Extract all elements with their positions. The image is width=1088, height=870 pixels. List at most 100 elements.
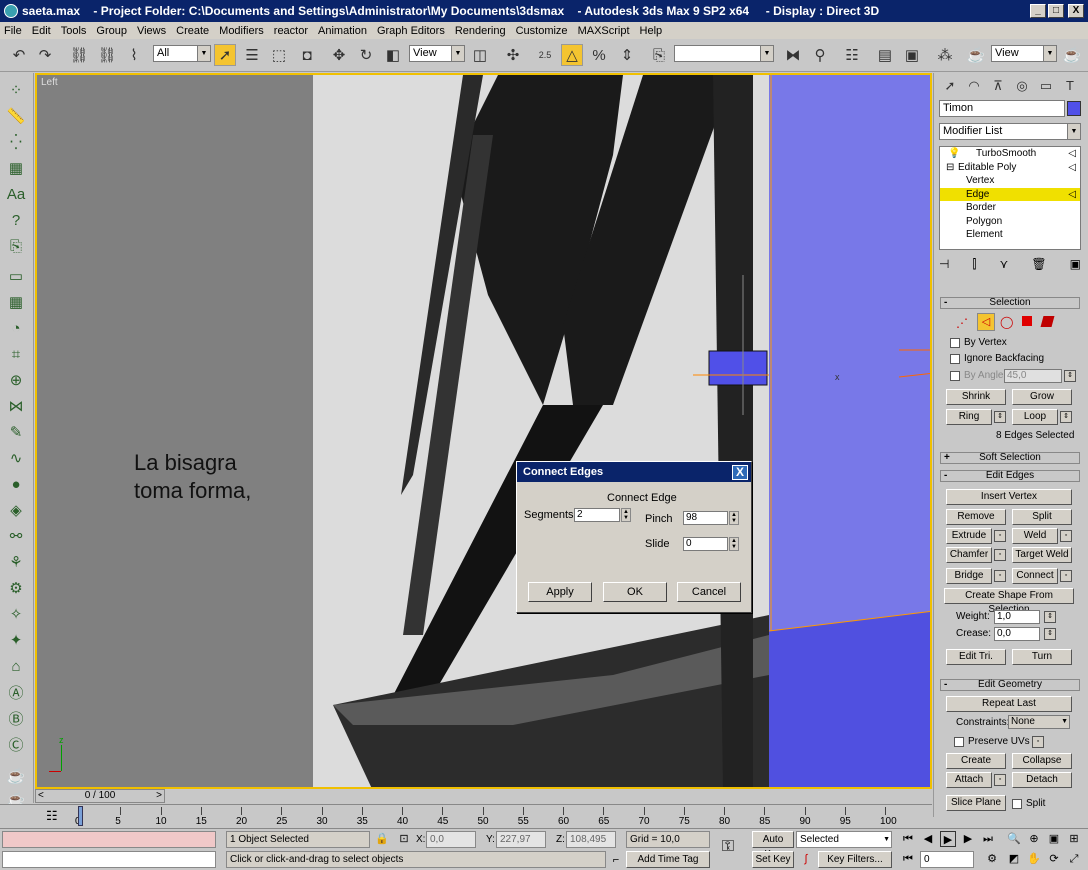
z-coordinate-field[interactable]: 108,495 — [566, 831, 616, 848]
bind-to-space-warp-icon[interactable]: ⌇ — [123, 44, 145, 66]
weight-field[interactable]: 1,0 — [994, 610, 1040, 624]
zoom-all-icon[interactable]: ⊕ — [1026, 831, 1042, 847]
collapse-icon[interactable]: ⊟ — [946, 161, 954, 174]
apply-button[interactable]: Apply — [528, 582, 592, 602]
magic-wand-icon[interactable]: ✧ — [5, 603, 27, 625]
maxscript-listener-mini[interactable] — [2, 831, 216, 848]
stack-item-polygon[interactable]: Polygon — [940, 215, 1080, 229]
edit-named-selection-icon[interactable]: ⎘ — [648, 44, 670, 66]
maxscript-input-mini[interactable] — [2, 851, 216, 868]
close-button[interactable]: X — [1068, 4, 1084, 18]
maximize-button[interactable]: □ — [1048, 4, 1064, 18]
trackbar-time-cursor[interactable] — [78, 806, 83, 826]
modifier-list-dropdown[interactable]: Modifier List ▼ — [939, 123, 1081, 140]
render-scene-icon[interactable]: ☕ — [965, 44, 987, 66]
ring-button[interactable]: Ring — [946, 409, 992, 425]
menu-edit[interactable]: Edit — [32, 25, 51, 37]
stack-item-turbosmooth[interactable]: 💡 TurboSmooth ◁ — [940, 147, 1080, 161]
turn-button[interactable]: Turn — [1012, 649, 1072, 665]
edit-edges-rollout-header[interactable]: - Edit Edges — [940, 470, 1080, 482]
zoom-icon[interactable]: 🔍 — [1006, 831, 1022, 847]
dialog-close-button[interactable]: X — [732, 464, 748, 480]
curve-editor-mini-icon[interactable]: ☷ — [46, 808, 58, 824]
tab-hierarchy-icon[interactable]: ⊼ — [986, 75, 1010, 97]
crop-icon[interactable]: ⌗ — [5, 343, 27, 365]
align-icon[interactable]: ⚲ — [809, 44, 831, 66]
text-tool-icon[interactable]: Aa — [5, 183, 27, 205]
collapse-button[interactable]: Collapse — [1012, 753, 1072, 769]
rotate-icon[interactable]: ↻ — [355, 44, 377, 66]
bridge-settings-icon[interactable]: ▫ — [994, 570, 1006, 582]
menu-graph-editors[interactable]: Graph Editors — [377, 25, 445, 37]
cloth-icon[interactable]: ⚘ — [5, 551, 27, 573]
cancel-button[interactable]: Cancel — [677, 582, 741, 602]
teapot-icon[interactable]: ☕ — [5, 765, 27, 787]
weld-button[interactable]: Weld — [1012, 528, 1058, 544]
by-angle-checkbox[interactable]: By Angle: — [950, 370, 1006, 381]
time-tag-icon[interactable]: ⌐ — [608, 852, 624, 868]
go-to-end-icon[interactable]: ⏭ — [980, 831, 996, 847]
c-icon[interactable]: Ⓒ — [5, 733, 27, 755]
key-mode-toggle-icon[interactable]: ⏮ — [900, 851, 916, 867]
add-time-tag-button[interactable]: Add Time Tag — [626, 851, 710, 868]
connect-button[interactable]: Connect — [1012, 568, 1058, 584]
object-color-swatch[interactable] — [1067, 101, 1081, 116]
reference-coordinate-dropdown[interactable]: View ▼ — [409, 45, 465, 62]
menu-group[interactable]: Group — [96, 25, 127, 37]
spinner-snap-icon[interactable]: ⇕ — [616, 44, 638, 66]
spline-icon[interactable]: ∿ — [5, 447, 27, 469]
ignore-backfacing-checkbox[interactable]: Ignore Backfacing — [950, 353, 1044, 364]
play-icon[interactable]: ▶ — [940, 831, 956, 847]
material-editor-icon[interactable]: ⁂ — [934, 44, 956, 66]
mirror-icon[interactable]: ⧓ — [782, 44, 804, 66]
loop-button[interactable]: Loop — [1012, 409, 1058, 425]
stack-item-editable-poly[interactable]: ⊟ Editable Poly ◁ — [940, 161, 1080, 175]
link-icon[interactable]: ⁛ — [5, 131, 27, 153]
y-coordinate-field[interactable]: 227,97 — [496, 831, 546, 848]
maximize-viewport-icon[interactable]: ⤢ — [1066, 851, 1082, 867]
key-icon[interactable]: ⚿ — [720, 839, 736, 855]
slice-plane-button[interactable]: Slice Plane — [946, 795, 1006, 811]
layer-manager-icon[interactable]: ☷ — [841, 44, 863, 66]
tab-create-icon[interactable]: ➚ — [938, 75, 962, 97]
spinner-arrows-icon[interactable]: ▲ ▼ — [621, 508, 631, 522]
time-configuration-icon[interactable]: ⚙ — [984, 851, 1000, 867]
pin-stack-icon[interactable]: ⊣ — [939, 257, 949, 275]
split-button[interactable]: Split — [1012, 509, 1072, 525]
lightbulb-icon[interactable]: 💡 — [948, 147, 960, 160]
pinch-spinner[interactable]: 98 ▲ ▼ — [683, 511, 739, 525]
snaps-toggle-icon[interactable]: 2.5 — [534, 44, 556, 66]
curve-editor-icon[interactable]: ▤ — [874, 44, 896, 66]
border-mode-icon[interactable]: ◯ — [1000, 315, 1013, 329]
attach-button[interactable]: Attach — [946, 772, 992, 788]
named-selection-dropdown[interactable]: ▼ — [674, 45, 774, 62]
undo-icon[interactable]: ↶ — [8, 44, 30, 66]
bridge-button[interactable]: Bridge — [946, 568, 992, 584]
angle-snap-icon[interactable]: △ — [561, 44, 583, 66]
extrude-settings-icon[interactable]: ▫ — [994, 530, 1006, 542]
segments-spinner[interactable]: 2 ▲ ▼ — [574, 508, 631, 522]
target-weld-button[interactable]: Target Weld — [1012, 547, 1072, 563]
zoom-extents-icon[interactable]: ▣ — [1046, 831, 1062, 847]
key-mode-dropdown[interactable]: Selected ▼ — [796, 831, 892, 848]
set-key-button[interactable]: Set Key — [752, 851, 794, 868]
render-view-dropdown[interactable]: View ▼ — [991, 45, 1057, 62]
layers-icon[interactable]: ◈ — [5, 499, 27, 521]
menu-help[interactable]: Help — [640, 25, 663, 37]
preserve-uvs-settings-icon[interactable]: ▫ — [1032, 736, 1044, 748]
weight-spinner-icon[interactable]: ⇕ — [1044, 611, 1056, 623]
show-end-result-icon[interactable]: ⫿ — [973, 257, 977, 275]
viewport-left[interactable]: Left La bisagra toma forma, z x — [35, 73, 932, 789]
make-unique-icon[interactable]: ⋎ — [999, 257, 1008, 275]
edit-geometry-rollout-header[interactable]: - Edit Geometry — [940, 679, 1080, 691]
grid-icon[interactable]: ▦ — [5, 291, 27, 313]
help-icon[interactable]: ? — [5, 209, 27, 231]
trackbar[interactable]: ☷ 05101520253035404550556065707580859095… — [0, 804, 932, 828]
a-icon[interactable]: Ⓐ — [5, 681, 27, 703]
crease-field[interactable]: 0,0 — [994, 627, 1040, 641]
set-tangents-icon[interactable]: ∫ — [798, 851, 814, 867]
schematic-view-icon[interactable]: ▣ — [901, 44, 923, 66]
split-checkbox[interactable]: Split — [1012, 798, 1045, 809]
extrude-button[interactable]: Extrude — [946, 528, 992, 544]
edit-tri-button[interactable]: Edit Tri. — [946, 649, 1006, 665]
